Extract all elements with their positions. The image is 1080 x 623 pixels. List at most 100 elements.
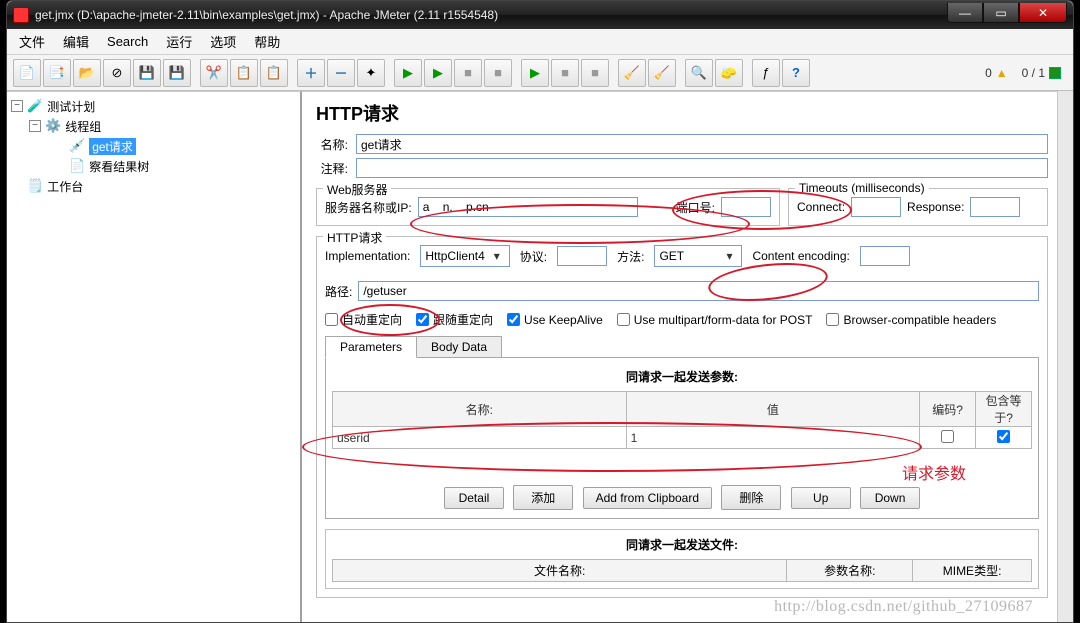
proto-label: 协议: bbox=[520, 248, 547, 265]
method-select[interactable]: GET▾ bbox=[654, 245, 742, 267]
panel-title: HTTP请求 bbox=[316, 100, 1048, 126]
copy-icon[interactable]: 📋 bbox=[230, 59, 258, 87]
browser-compat-checkbox[interactable]: Browser-compatible headers bbox=[826, 313, 996, 327]
chevron-down-icon: ▾ bbox=[489, 249, 505, 263]
col-name: 名称: bbox=[333, 392, 627, 427]
enc-input[interactable] bbox=[860, 246, 910, 266]
name-input[interactable] bbox=[356, 134, 1048, 154]
tab-body-data[interactable]: Body Data bbox=[416, 336, 502, 358]
clear-icon[interactable]: 🧹 bbox=[618, 59, 646, 87]
shutdown-icon[interactable]: ■ bbox=[484, 59, 512, 87]
close-icon[interactable]: ⊘ bbox=[103, 59, 131, 87]
templates-icon[interactable]: 📑 bbox=[43, 59, 71, 87]
connect-input[interactable] bbox=[851, 197, 901, 217]
menu-file[interactable]: 文件 bbox=[11, 30, 53, 53]
status-warnings: 0▲ bbox=[985, 66, 1008, 80]
stop-icon[interactable]: ■ bbox=[454, 59, 482, 87]
port-label: 端口号: bbox=[676, 199, 715, 216]
remote-shutdown-icon[interactable]: ■ bbox=[581, 59, 609, 87]
tree-testplan[interactable]: −🧪测试计划 bbox=[9, 96, 298, 116]
include-checkbox[interactable] bbox=[997, 430, 1010, 443]
encode-checkbox[interactable] bbox=[941, 430, 954, 443]
port-input[interactable] bbox=[721, 197, 771, 217]
params-table[interactable]: 名称: 值 编码? 包含等于? userid 1 bbox=[332, 391, 1032, 449]
close-button[interactable]: ✕ bbox=[1019, 3, 1067, 23]
clear-all-icon[interactable]: 🧹 bbox=[648, 59, 676, 87]
search-icon[interactable]: 🔍 bbox=[685, 59, 713, 87]
comment-input[interactable] bbox=[356, 158, 1048, 178]
new-icon[interactable]: 📄 bbox=[13, 59, 41, 87]
col-filename: 文件名称: bbox=[333, 560, 787, 582]
name-label: 名称: bbox=[316, 136, 356, 153]
response-input[interactable] bbox=[970, 197, 1020, 217]
timeout-legend: Timeouts (milliseconds) bbox=[795, 181, 929, 195]
add-button[interactable]: 添加 bbox=[513, 485, 573, 510]
maximize-button[interactable]: ▭ bbox=[983, 3, 1019, 23]
col-paramname: 参数名称: bbox=[787, 560, 913, 582]
server-label: 服务器名称或IP: bbox=[325, 199, 412, 216]
files-title: 同请求一起发送文件: bbox=[332, 536, 1032, 553]
tree-view-results[interactable]: 📄察看结果树 bbox=[9, 156, 298, 176]
http-legend: HTTP请求 bbox=[323, 229, 386, 246]
menu-search[interactable]: Search bbox=[99, 32, 156, 51]
saveas-icon[interactable]: 💾 bbox=[163, 59, 191, 87]
app-icon bbox=[13, 7, 29, 23]
delete-button[interactable]: 删除 bbox=[721, 485, 781, 510]
collapse-icon[interactable]: － bbox=[327, 59, 355, 87]
auto-redirect-checkbox[interactable]: 自动重定向 bbox=[325, 311, 402, 328]
menu-help[interactable]: 帮助 bbox=[246, 30, 288, 53]
tab-parameters[interactable]: Parameters bbox=[325, 336, 417, 358]
function-helper-icon[interactable]: ƒ bbox=[752, 59, 780, 87]
menu-edit[interactable]: 编辑 bbox=[55, 30, 97, 53]
remote-stop-icon[interactable]: ■ bbox=[551, 59, 579, 87]
down-button[interactable]: Down bbox=[860, 487, 920, 509]
menu-run[interactable]: 运行 bbox=[158, 30, 200, 53]
col-include: 包含等于? bbox=[976, 392, 1032, 427]
save-icon[interactable]: 💾 bbox=[133, 59, 161, 87]
col-mime: MIME类型: bbox=[913, 560, 1032, 582]
detail-button[interactable]: Detail bbox=[444, 487, 504, 509]
impl-select[interactable]: HttpClient4▾ bbox=[420, 245, 509, 267]
help-icon[interactable]: ? bbox=[782, 59, 810, 87]
files-table[interactable]: 文件名称: 参数名称: MIME类型: bbox=[332, 559, 1032, 582]
connect-label: Connect: bbox=[797, 200, 845, 214]
impl-label: Implementation: bbox=[325, 249, 410, 263]
tree-workbench[interactable]: −🗒️工作台 bbox=[9, 176, 298, 196]
watermark: http://blog.csdn.net/github_27109687 bbox=[774, 598, 1033, 616]
add-clipboard-button[interactable]: Add from Clipboard bbox=[583, 487, 712, 509]
tree-http-request[interactable]: 💉get请求 bbox=[9, 136, 298, 156]
tree-threadgroup[interactable]: −⚙️线程组 bbox=[9, 116, 298, 136]
cut-icon[interactable]: ✂️ bbox=[200, 59, 228, 87]
scrollbar[interactable] bbox=[1057, 91, 1073, 622]
reset-search-icon[interactable]: 🧽 bbox=[715, 59, 743, 87]
test-tree[interactable]: −🧪测试计划 −⚙️线程组 💉get请求 📄察看结果树 −🗒️工作台 bbox=[7, 91, 302, 622]
multipart-checkbox[interactable]: Use multipart/form-data for POST bbox=[617, 313, 813, 327]
open-icon[interactable]: 📂 bbox=[73, 59, 101, 87]
remote-start-icon[interactable]: ▶ bbox=[521, 59, 549, 87]
minimize-button[interactable]: — bbox=[947, 3, 983, 23]
comment-label: 注释: bbox=[316, 160, 356, 177]
start-notimers-icon[interactable]: ▶ bbox=[424, 59, 452, 87]
server-input[interactable] bbox=[418, 197, 638, 217]
paste-icon[interactable]: 📋 bbox=[260, 59, 288, 87]
proto-input[interactable] bbox=[557, 246, 607, 266]
chevron-down-icon: ▾ bbox=[721, 249, 737, 263]
toggle-icon[interactable]: ✦ bbox=[357, 59, 385, 87]
menu-options[interactable]: 选项 bbox=[202, 30, 244, 53]
up-button[interactable]: Up bbox=[791, 487, 851, 509]
params-title: 同请求一起发送参数: bbox=[332, 364, 1032, 391]
web-legend: Web服务器 bbox=[323, 181, 391, 198]
follow-redirect-checkbox[interactable]: 跟随重定向 bbox=[416, 311, 493, 328]
table-row[interactable]: userid 1 bbox=[333, 427, 1032, 449]
method-label: 方法: bbox=[617, 248, 644, 265]
window-title: get.jmx (D:\apache-jmeter-2.11\bin\examp… bbox=[35, 8, 947, 22]
start-icon[interactable]: ▶ bbox=[394, 59, 422, 87]
expand-icon[interactable]: ＋ bbox=[297, 59, 325, 87]
status-threads: 0 / 1 bbox=[1022, 66, 1061, 80]
enc-label: Content encoding: bbox=[752, 249, 849, 263]
path-input[interactable] bbox=[358, 281, 1039, 301]
keepalive-checkbox[interactable]: Use KeepAlive bbox=[507, 313, 603, 327]
response-label: Response: bbox=[907, 200, 964, 214]
col-value: 值 bbox=[626, 392, 920, 427]
col-encode: 编码? bbox=[920, 392, 976, 427]
